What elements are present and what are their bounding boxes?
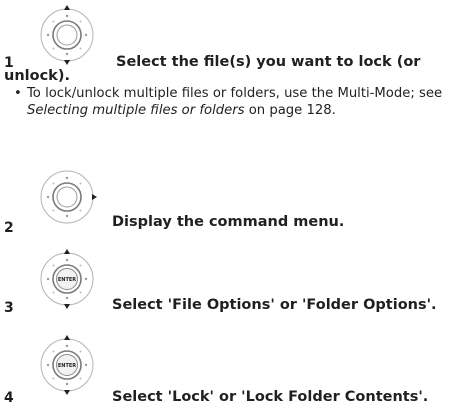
step-4-heading: Select 'Lock' or 'Lock Folder Contents'. <box>112 389 429 405</box>
bullet-dot: • <box>14 86 22 101</box>
dial-arrow-up-icon <box>36 4 98 66</box>
note-bullet: • To lock/unlock multiple files or folde… <box>14 86 456 119</box>
note-text-before: To lock/unlock multiple files or folders… <box>27 86 443 101</box>
step-3-number: 3 <box>4 300 14 316</box>
note-cross-reference: Selecting multiple files or folders <box>27 102 245 118</box>
dial-arrow-right-icon <box>36 166 98 228</box>
note-text-after: on page 128. <box>244 102 336 118</box>
enter-dial-up-down-icon: ENTER <box>36 248 98 310</box>
step-4-number: 4 <box>4 390 14 406</box>
step-3-heading: Select 'File Options' or 'Folder Options… <box>112 297 437 313</box>
enter-label: ENTER <box>58 363 76 369</box>
step-1-heading: Select the file(s) you want to lock (or <box>116 54 421 70</box>
enter-label: ENTER <box>58 277 76 283</box>
step-2-heading: Display the command menu. <box>112 214 345 230</box>
step-2-number: 2 <box>4 220 14 236</box>
enter-dial-up-down-icon: ENTER <box>36 334 98 396</box>
step-1-heading-continued: unlock). <box>4 68 70 84</box>
